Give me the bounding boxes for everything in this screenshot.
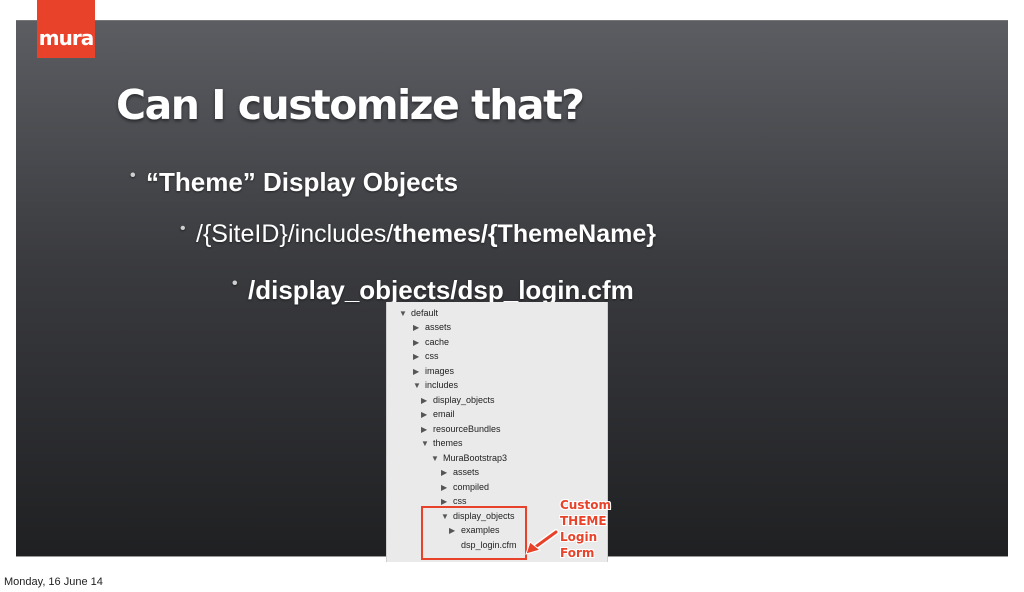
bullet-dot: • bbox=[130, 167, 136, 184]
tree-row-themes[interactable]: ▼ themes bbox=[421, 436, 463, 450]
tree-row-label: assets bbox=[453, 467, 480, 477]
collapsed-arrow-icon[interactable]: ▶ bbox=[421, 394, 433, 408]
collapsed-arrow-icon[interactable]: ▶ bbox=[421, 423, 433, 437]
tree-row-email[interactable]: ▶ email bbox=[421, 407, 455, 421]
callout-line: Custom bbox=[560, 498, 611, 512]
tree-row-css[interactable]: ▶ css bbox=[413, 349, 439, 363]
tree-row-resourcebundles[interactable]: ▶ resourceBundles bbox=[421, 422, 501, 436]
collapsed-arrow-icon[interactable]: ▶ bbox=[441, 481, 453, 495]
bullet-dot: • bbox=[180, 220, 186, 237]
expanded-arrow-icon[interactable]: ▼ bbox=[431, 452, 443, 466]
tree-row-label: resourceBundles bbox=[433, 424, 501, 434]
tree-row-includes[interactable]: ▼ includes bbox=[413, 378, 458, 392]
tree-row-label: includes bbox=[425, 380, 459, 390]
bullet-text: “Theme” Display Objects bbox=[146, 167, 459, 197]
tree-row-label: css bbox=[453, 496, 467, 506]
slide-title: Can I customize that? bbox=[116, 81, 585, 129]
expanded-arrow-icon[interactable]: ▼ bbox=[399, 307, 411, 321]
footer-date: Monday, 16 June 14 bbox=[4, 576, 103, 588]
tree-row-assets[interactable]: ▶ assets bbox=[413, 320, 451, 334]
tree-row-theme-assets[interactable]: ▶ assets bbox=[441, 465, 479, 479]
bullet-theme-display-objects: • “Theme” Display Objects bbox=[130, 167, 459, 198]
tree-row-compiled[interactable]: ▶ compiled bbox=[441, 480, 489, 494]
tree-row-label: MuraBootstrap3 bbox=[443, 453, 508, 463]
tree-row-display-objects[interactable]: ▶ display_objects bbox=[421, 393, 495, 407]
collapsed-arrow-icon[interactable]: ▶ bbox=[413, 350, 425, 364]
tree-row-label: email bbox=[433, 409, 455, 419]
tree-row-label: display_objects bbox=[433, 395, 495, 405]
collapsed-arrow-icon[interactable]: ▶ bbox=[441, 466, 453, 480]
callout-arrow-icon bbox=[525, 529, 559, 555]
callout-line: THEME bbox=[560, 514, 607, 528]
tree-row-label: default bbox=[411, 308, 439, 318]
tree-row-label: themes bbox=[433, 438, 463, 448]
tree-row-cache[interactable]: ▶ cache bbox=[413, 335, 449, 349]
tree-row-label: cache bbox=[425, 337, 450, 347]
expanded-arrow-icon[interactable]: ▼ bbox=[413, 379, 425, 393]
tree-row-default[interactable]: ▼ default bbox=[399, 306, 438, 320]
tree-row-images[interactable]: ▶ images bbox=[413, 364, 454, 378]
callout-line: Form bbox=[560, 546, 595, 560]
bullet-dot: • bbox=[232, 275, 238, 292]
tree-row-murabootstrap3[interactable]: ▼ MuraBootstrap3 bbox=[431, 451, 507, 465]
mura-logo: mura bbox=[37, 0, 95, 58]
tree-row-label: css bbox=[425, 351, 439, 361]
bullet-theme-path: • /{SiteID}/includes/themes/{ThemeName} bbox=[180, 220, 656, 249]
bullet-text-bold: themes/{ThemeName} bbox=[393, 220, 656, 248]
highlight-box bbox=[421, 506, 527, 560]
bullet-text: /display_objects/dsp_login.cfm bbox=[248, 275, 634, 305]
logo-text: mura bbox=[38, 26, 94, 50]
collapsed-arrow-icon[interactable]: ▶ bbox=[413, 321, 425, 335]
bullet-text-normal: /{SiteID}/includes/ bbox=[196, 220, 394, 248]
callout-line: Login bbox=[560, 530, 598, 544]
callout-label: Custom THEME Login Form bbox=[560, 497, 611, 561]
collapsed-arrow-icon[interactable]: ▶ bbox=[413, 336, 425, 350]
collapsed-arrow-icon[interactable]: ▶ bbox=[413, 365, 425, 379]
tree-row-label: assets bbox=[425, 322, 452, 332]
tree-row-label: images bbox=[425, 366, 455, 376]
collapsed-arrow-icon[interactable]: ▶ bbox=[421, 408, 433, 422]
tree-row-label: compiled bbox=[453, 482, 490, 492]
expanded-arrow-icon[interactable]: ▼ bbox=[421, 437, 433, 451]
